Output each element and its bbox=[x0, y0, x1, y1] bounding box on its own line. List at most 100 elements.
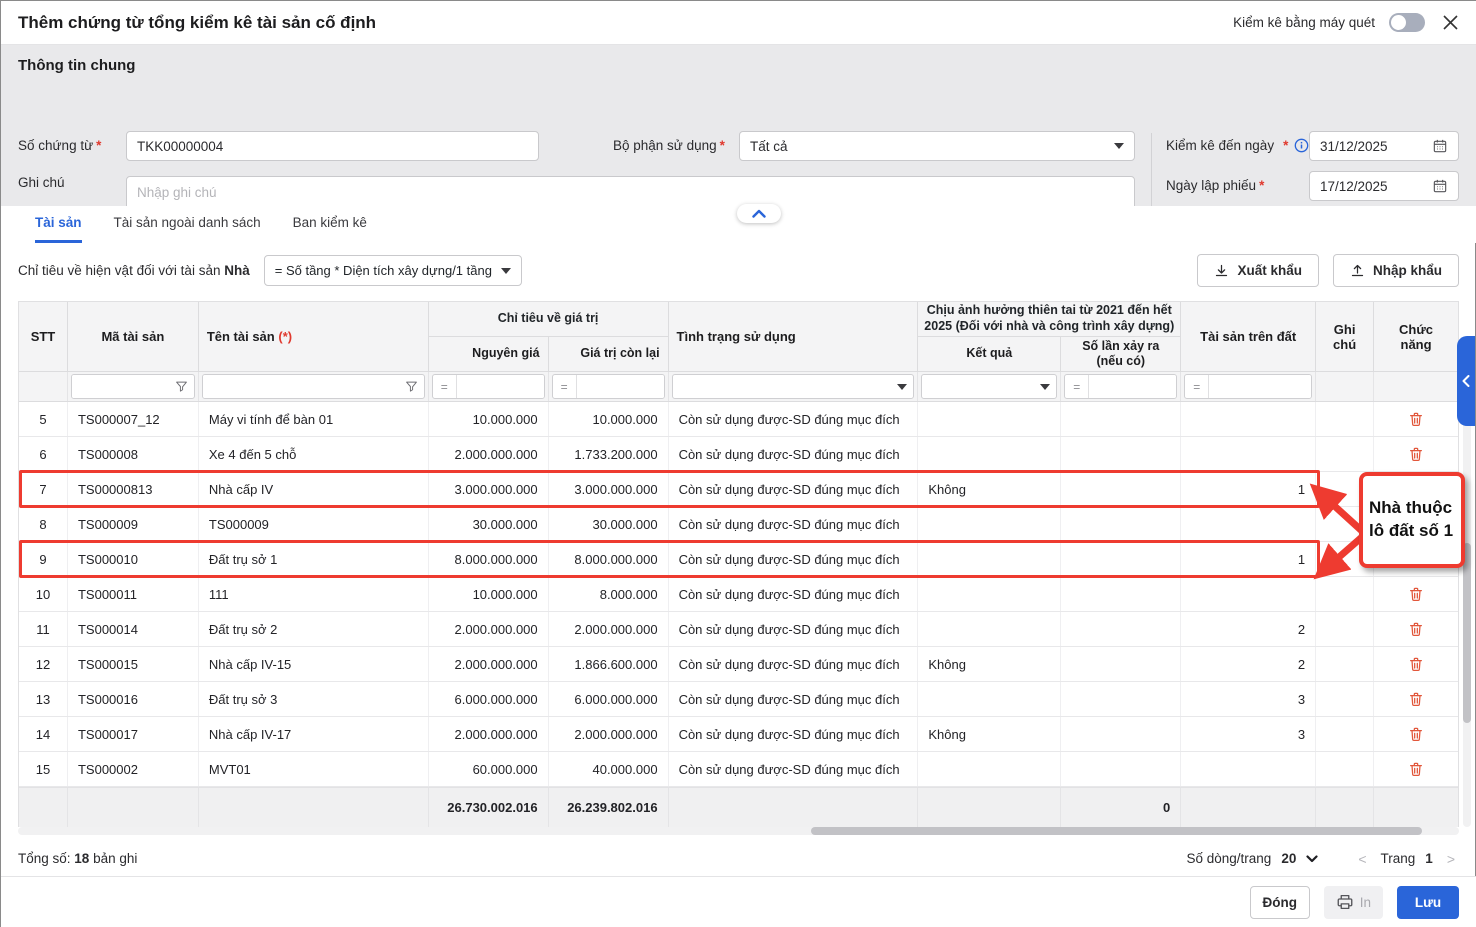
equals-operator[interactable]: = bbox=[1185, 375, 1209, 398]
vertical-scrollbar-thumb[interactable] bbox=[1463, 543, 1471, 723]
chevron-down-icon[interactable] bbox=[1306, 855, 1318, 863]
filter-remaining-value[interactable]: = bbox=[552, 374, 665, 399]
cell-original-price: 10.000.000 bbox=[429, 402, 549, 436]
cell-note bbox=[1316, 577, 1374, 611]
note-label: Ghi chú bbox=[18, 175, 65, 190]
filter-result-select[interactable] bbox=[921, 374, 1057, 399]
filter-remaining-value-input[interactable] bbox=[577, 375, 664, 398]
cell-actions bbox=[1374, 402, 1458, 436]
record-count: Tổng số: 18 bản ghi bbox=[18, 851, 137, 866]
table-row[interactable]: 15 TS000002 MVT01 60.000.000 40.000.000 … bbox=[19, 752, 1458, 787]
page-number[interactable]: 1 bbox=[1425, 851, 1433, 866]
cell-asset-name: Đất trụ sở 1 bbox=[199, 542, 429, 576]
col-header-result: Kết quả bbox=[918, 337, 1061, 372]
filter-original-price-input[interactable] bbox=[457, 375, 544, 398]
filter-occurrences[interactable]: = bbox=[1064, 374, 1177, 399]
delete-row-button[interactable] bbox=[1401, 404, 1431, 434]
equals-operator[interactable]: = bbox=[1065, 375, 1089, 398]
delete-row-button[interactable] bbox=[1401, 579, 1431, 609]
calendar-icon[interactable] bbox=[1432, 178, 1448, 194]
filter-asset-code-input[interactable] bbox=[72, 375, 175, 398]
filter-asset-name[interactable] bbox=[202, 374, 425, 399]
filter-original-price[interactable]: = bbox=[432, 374, 545, 399]
general-info-section: Thông tin chung Số chứng từ* Bộ phận sử … bbox=[1, 45, 1476, 206]
cell-result bbox=[918, 437, 1061, 471]
close-button[interactable]: Đóng bbox=[1250, 886, 1310, 919]
tab-tai-san-ngoai-danh-sach[interactable]: Tài sản ngoài danh sách bbox=[114, 215, 261, 243]
filter-row: = = = = bbox=[19, 372, 1458, 402]
cell-usage-status: Còn sử dụng được-SD đúng mục đích bbox=[669, 717, 919, 751]
filter-usage-status-select[interactable] bbox=[672, 374, 915, 399]
department-select[interactable]: Tất cả bbox=[739, 131, 1135, 161]
table-toolbar: Chỉ tiêu về hiện vật đối với tài sản Nhà… bbox=[1, 253, 1476, 288]
cell-asset-on-land bbox=[1181, 437, 1316, 471]
chevron-down-icon bbox=[501, 268, 511, 274]
tab-tai-san[interactable]: Tài sản bbox=[35, 215, 82, 243]
calendar-icon[interactable] bbox=[1432, 138, 1448, 154]
cell-result bbox=[918, 612, 1061, 646]
table-row[interactable]: 7 TS00000813 Nhà cấp IV 3.000.000.000 3.… bbox=[19, 472, 1458, 507]
delete-row-button[interactable] bbox=[1401, 719, 1431, 749]
delete-row-button[interactable] bbox=[1401, 614, 1431, 644]
col-header-asset-name: Tên tài sản (*) bbox=[199, 302, 429, 371]
export-button[interactable]: Xuất khẩu bbox=[1197, 254, 1319, 287]
inventory-to-date-input[interactable]: 31/12/2025 bbox=[1309, 131, 1459, 161]
print-button[interactable]: In bbox=[1324, 886, 1383, 919]
created-date-input[interactable]: 17/12/2025 bbox=[1309, 171, 1459, 201]
cell-original-price: 60.000.000 bbox=[429, 752, 549, 786]
table-row[interactable]: 10 TS000011 111 10.000.000 8.000.000 Còn… bbox=[19, 577, 1458, 612]
table-row[interactable]: 8 TS000009 TS000009 30.000.000 30.000.00… bbox=[19, 507, 1458, 542]
horizontal-scrollbar-thumb[interactable] bbox=[811, 827, 1422, 835]
rows-per-page-select[interactable]: 20 bbox=[1281, 851, 1296, 866]
delete-row-button[interactable] bbox=[1401, 439, 1431, 469]
table-row[interactable]: 9 TS000010 Đất trụ sở 1 8.000.000.000 8.… bbox=[19, 542, 1458, 577]
filter-asset-on-land[interactable]: = bbox=[1184, 374, 1312, 399]
cell-original-price: 2.000.000.000 bbox=[429, 437, 549, 471]
delete-row-button[interactable] bbox=[1401, 649, 1431, 679]
scanner-toggle-label: Kiểm kê bằng máy quét bbox=[1233, 15, 1375, 30]
equals-operator[interactable]: = bbox=[553, 375, 577, 398]
col-header-occurrences: Số lần xảy ra (nếu có) bbox=[1061, 337, 1181, 372]
cell-usage-status: Còn sử dụng được-SD đúng mục đích bbox=[669, 752, 919, 786]
cell-remaining-value: 1.866.600.000 bbox=[549, 647, 669, 681]
tab-ban-kiem-ke[interactable]: Ban kiểm kê bbox=[293, 215, 367, 243]
cell-occurrences bbox=[1061, 752, 1181, 786]
save-button[interactable]: Lưu bbox=[1397, 886, 1459, 919]
table-row[interactable]: 12 TS000015 Nhà cấp IV-15 2.000.000.000 … bbox=[19, 647, 1458, 682]
delete-row-button[interactable] bbox=[1401, 754, 1431, 784]
info-icon[interactable] bbox=[1294, 138, 1309, 153]
filter-asset-code[interactable] bbox=[71, 374, 195, 399]
upload-icon bbox=[1350, 263, 1365, 278]
delete-row-button[interactable] bbox=[1401, 684, 1431, 714]
criteria-select[interactable]: = Số tầng * Diện tích xây dựng/1 tầng bbox=[264, 255, 522, 286]
horizontal-scrollbar[interactable] bbox=[18, 827, 1459, 835]
side-panel-toggle[interactable] bbox=[1457, 336, 1475, 426]
table-row[interactable]: 13 TS000016 Đất trụ sở 3 6.000.000.000 6… bbox=[19, 682, 1458, 717]
table-row[interactable]: 14 TS000017 Nhà cấp IV-17 2.000.000.000 … bbox=[19, 717, 1458, 752]
table-row[interactable]: 6 TS000008 Xe 4 đến 5 chỗ 2.000.000.000 … bbox=[19, 437, 1458, 472]
cell-actions bbox=[1374, 577, 1458, 611]
col-header-note: Ghi chú bbox=[1316, 302, 1374, 371]
cell-asset-name: 111 bbox=[199, 577, 429, 611]
next-page-button[interactable]: > bbox=[1443, 851, 1459, 867]
filter-asset-name-input[interactable] bbox=[203, 375, 405, 398]
filter-funnel-icon[interactable] bbox=[175, 380, 188, 393]
filter-asset-on-land-input[interactable] bbox=[1209, 375, 1311, 398]
collapse-section-button[interactable] bbox=[737, 204, 781, 223]
import-button[interactable]: Nhập khẩu bbox=[1333, 254, 1459, 287]
prev-page-button[interactable]: < bbox=[1354, 851, 1370, 867]
close-icon[interactable] bbox=[1439, 12, 1461, 34]
filter-funnel-icon[interactable] bbox=[405, 380, 418, 393]
table-header: STT Mã tài sản Tên tài sản (*) Chỉ tiêu … bbox=[19, 302, 1458, 372]
cell-original-price: 3.000.000.000 bbox=[429, 472, 549, 506]
required-asterisk: * bbox=[1259, 178, 1264, 193]
filter-occurrences-input[interactable] bbox=[1089, 375, 1176, 398]
table-row[interactable]: 11 TS000014 Đất trụ sở 2 2.000.000.000 2… bbox=[19, 612, 1458, 647]
cell-result bbox=[918, 507, 1061, 541]
col-header-usage-status: Tình trạng sử dụng bbox=[669, 302, 919, 371]
doc-no-input[interactable] bbox=[126, 131, 539, 161]
vertical-scrollbar[interactable] bbox=[1463, 403, 1471, 827]
table-row[interactable]: 5 TS000007_12 Máy vi tính để bàn 01 10.0… bbox=[19, 402, 1458, 437]
equals-operator[interactable]: = bbox=[433, 375, 457, 398]
scanner-toggle[interactable] bbox=[1389, 13, 1425, 32]
